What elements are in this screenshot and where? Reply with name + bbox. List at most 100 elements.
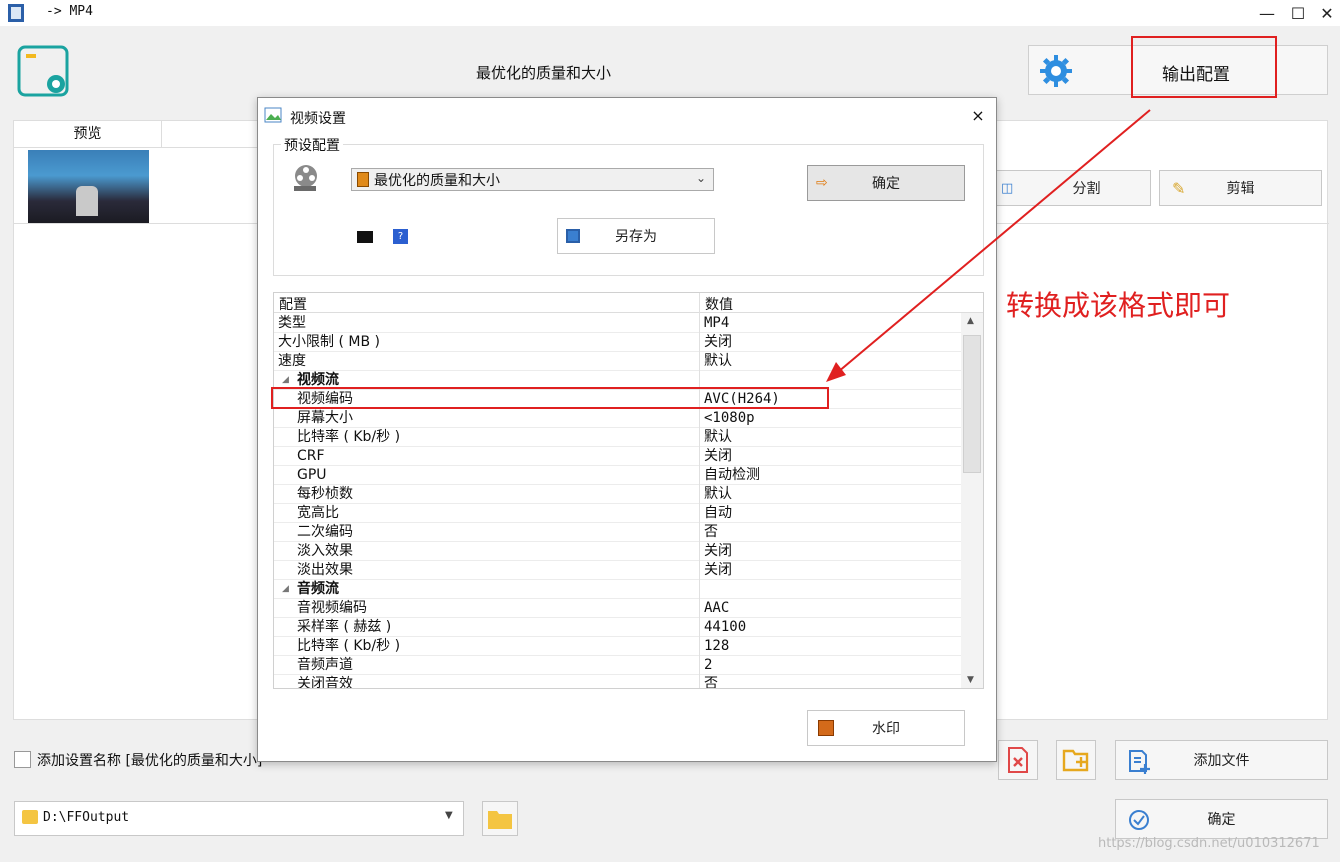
grid-row[interactable]: CRF 关闭 — [274, 447, 961, 466]
grid-row-value[interactable]: 关闭 — [704, 542, 732, 560]
grid-row[interactable]: 每秒桢数 默认 — [274, 485, 961, 504]
dialog-close-button[interactable]: × — [966, 106, 990, 126]
grid-row-value[interactable]: 默认 — [704, 428, 732, 446]
grid-row[interactable]: 速度 默认 — [274, 352, 961, 371]
dialog-title: 视频设置 — [290, 111, 346, 127]
preview-column-header: 预览 — [14, 120, 162, 148]
output-path-select[interactable]: D:\FFOutput ▼ — [14, 801, 464, 836]
open-folder-icon — [488, 810, 512, 829]
grid-row-key: 宽高比 — [297, 505, 339, 521]
watermark-icon — [818, 720, 834, 736]
dialog-ok-label: 确定 — [872, 176, 900, 192]
grid-row-key: GPU — [297, 467, 327, 483]
chevron-down-icon: ▼ — [445, 810, 453, 821]
edit-button[interactable]: ✎ 剪辑 — [1159, 170, 1322, 206]
add-setting-name-label: 添加设置名称 [最优化的质量和大小] — [37, 753, 263, 769]
folder-icon — [22, 810, 38, 824]
grid-row-key: 音频流 — [297, 581, 339, 597]
add-file-icon — [1129, 750, 1150, 774]
save-as-label: 另存为 — [615, 229, 657, 245]
grid-row-key: 采样率 ( 赫兹 ) — [297, 619, 392, 635]
grid-row[interactable]: 比特率 ( Kb/秒 ) 默认 — [274, 428, 961, 447]
grid-row-value[interactable]: 128 — [704, 637, 729, 655]
chevron-down-icon: ⌄ — [696, 171, 707, 185]
arrow-right-icon: ⇨ — [816, 175, 828, 191]
grid-row-key: 速度 — [278, 353, 306, 369]
grid-row-key: CRF — [297, 448, 325, 464]
scroll-down-icon[interactable]: ▼ — [967, 675, 974, 685]
scrollbar-thumb[interactable] — [963, 335, 981, 473]
collapse-arrow-icon[interactable]: ◢ — [282, 580, 289, 598]
grid-row[interactable]: 宽高比 自动 — [274, 504, 961, 523]
watermark-button[interactable]: 水印 — [807, 710, 965, 746]
preset-select-value: 最优化的质量和大小 — [374, 173, 500, 189]
minimize-button[interactable]: — — [1252, 2, 1282, 24]
gear-icon — [1040, 55, 1072, 87]
split-button[interactable]: ◫ 分割 — [996, 170, 1151, 206]
close-window-button[interactable]: ✕ — [1312, 2, 1340, 24]
split-label: 分割 — [1072, 181, 1101, 197]
floppy-disk-icon — [566, 229, 580, 243]
scroll-up-icon[interactable]: ▲ — [967, 316, 974, 326]
grid-row-value[interactable]: 关闭 — [704, 561, 732, 579]
grid-row-key: 每秒桢数 — [297, 486, 353, 502]
command-line-icon[interactable] — [357, 231, 373, 243]
grid-row-value[interactable]: 否 — [704, 675, 718, 688]
grid-row-value[interactable]: 自动检测 — [704, 466, 760, 484]
grid-row[interactable]: 二次编码 否 — [274, 523, 961, 542]
grid-row[interactable]: 采样率 ( 赫兹 ) 44100 — [274, 618, 961, 637]
grid-group-row[interactable]: ◢ 音频流 — [274, 580, 961, 599]
ok-button[interactable]: 确定 — [1115, 799, 1328, 839]
thumbnail-figure — [76, 186, 98, 216]
check-circle-icon — [1129, 810, 1149, 830]
annotation-text: 转换成该格式即可 — [1006, 289, 1231, 322]
grid-row[interactable]: 音频声道 2 — [274, 656, 961, 675]
help-icon[interactable]: ? — [393, 229, 408, 244]
grid-row-key: 音频声道 — [297, 657, 353, 673]
grid-row-value[interactable]: MP4 — [704, 314, 729, 332]
save-as-button[interactable]: 另存为 — [557, 218, 715, 254]
grid-row[interactable]: 淡入效果 关闭 — [274, 542, 961, 561]
browse-folder-button[interactable] — [482, 801, 518, 836]
grid-row-value[interactable]: 自动 — [704, 504, 732, 522]
maximize-button[interactable]: ☐ — [1283, 2, 1313, 24]
dialog-ok-button[interactable]: ⇨ 确定 — [807, 165, 965, 201]
grid-row-value[interactable]: <1080p — [704, 409, 755, 427]
grid-row[interactable]: 比特率 ( Kb/秒 ) 128 — [274, 637, 961, 656]
add-file-button[interactable]: 添加文件 — [1115, 740, 1328, 780]
video-thumbnail[interactable] — [28, 150, 149, 223]
grid-header: 配置 数值 — [274, 293, 983, 313]
grid-row[interactable]: 淡出效果 关闭 — [274, 561, 961, 580]
preset-select[interactable]: 最优化的质量和大小 ⌄ — [351, 168, 714, 191]
grid-row[interactable]: 关闭音效 否 — [274, 675, 961, 689]
remove-file-button[interactable] — [998, 740, 1038, 780]
add-file-label: 添加文件 — [1193, 753, 1250, 769]
grid-row-value[interactable]: 默认 — [704, 352, 732, 370]
grid-row[interactable]: GPU 自动检测 — [274, 466, 961, 485]
grid-row-value[interactable]: 2 — [704, 656, 712, 674]
grid-row-value[interactable]: 44100 — [704, 618, 746, 636]
grid-row-key: 淡入效果 — [297, 543, 353, 559]
grid-row-value[interactable]: 关闭 — [704, 333, 732, 351]
grid-row-value[interactable]: 关闭 — [704, 447, 732, 465]
grid-row[interactable]: 屏幕大小 <1080p — [274, 409, 961, 428]
grid-row-key: 类型 — [278, 315, 306, 331]
grid-row[interactable]: 音视频编码 AAC — [274, 599, 961, 618]
grid-row[interactable]: 类型 MP4 — [274, 314, 961, 333]
title-bar: -> MP4 — ☐ ✕ — [0, 0, 1340, 26]
format-settings-icon[interactable] — [16, 44, 72, 100]
grid-row-value[interactable]: 默认 — [704, 485, 732, 503]
add-folder-button[interactable] — [1056, 740, 1096, 780]
grid-row-value[interactable]: AAC — [704, 599, 729, 617]
video-settings-dialog: 视频设置 × 预设配置 最优化的质量和大小 ⌄ ⇨ 确定 ? 另存为 配置 数值… — [257, 97, 997, 762]
settings-grid: 配置 数值 类型 MP4 大小限制 ( MB ) 关闭 速度 默认 ◢ 视频流 视频编码 AVC(… — [273, 292, 984, 689]
preset-group-label: 预设配置 — [281, 135, 343, 155]
add-folder-icon — [1062, 749, 1089, 772]
add-setting-name-checkbox[interactable] — [14, 751, 31, 768]
split-icon: ◫ — [1001, 180, 1014, 196]
grid-row-value[interactable]: 否 — [704, 523, 718, 541]
grid-scrollbar[interactable]: ▲ ▼ — [961, 313, 983, 688]
grid-row-key: 关闭音效 — [297, 676, 353, 689]
grid-row[interactable]: 大小限制 ( MB ) 关闭 — [274, 333, 961, 352]
grid-header-value: 数值 — [705, 297, 733, 313]
